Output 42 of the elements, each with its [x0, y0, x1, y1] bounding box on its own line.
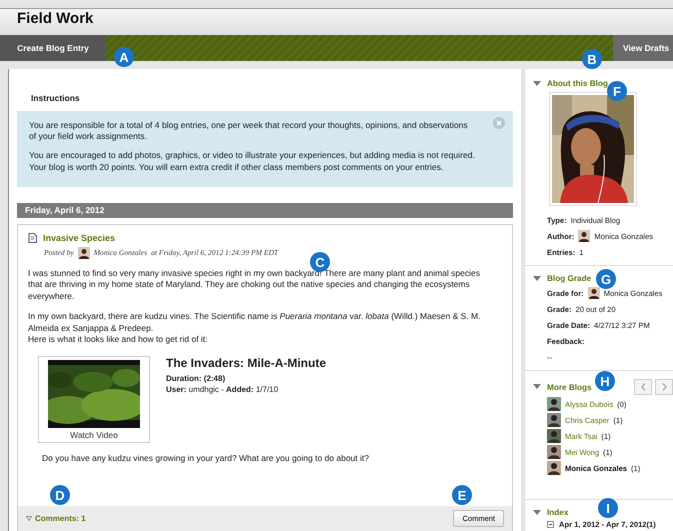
- expand-icon[interactable]: [547, 521, 554, 528]
- instructions-tab[interactable]: Instructions: [31, 93, 80, 103]
- collapse-icon[interactable]: [533, 384, 541, 390]
- avatar-icon: [78, 246, 90, 259]
- section-title[interactable]: Index: [547, 508, 568, 517]
- create-entry-button[interactable]: Create Blog Entry: [0, 35, 106, 61]
- document-icon: [28, 232, 37, 243]
- entry-paragraph: Here is what it looks like and how to get rid of it:: [28, 334, 209, 346]
- section-title[interactable]: About this Blog: [547, 79, 608, 88]
- collapse-icon[interactable]: [533, 276, 541, 282]
- collapse-icon[interactable]: [533, 80, 541, 86]
- entry-title[interactable]: Invasive Species: [43, 232, 116, 243]
- caret-icon: [26, 516, 32, 522]
- page-title: Field Work: [17, 10, 94, 26]
- video-title: The Invaders: Mile-A-Minute: [166, 356, 326, 370]
- section-title[interactable]: Blog Grade: [547, 274, 592, 283]
- callout-badge: B: [582, 49, 602, 69]
- video-thumbnail[interactable]: Watch Video: [38, 356, 150, 442]
- avatar-icon: [547, 461, 561, 475]
- entry-question: Do you have any kudzu vines growing in your yard? What are you going to do about it?: [42, 452, 370, 462]
- view-drafts-button[interactable]: View Drafts: [613, 35, 673, 61]
- section-title[interactable]: More Blogs: [547, 382, 592, 392]
- avatar-icon: [547, 445, 561, 459]
- avatar-icon: [547, 397, 561, 411]
- comments-toggle[interactable]: Comments: 1: [26, 514, 86, 524]
- video-detail: User: umdhgic - Added: 1/7/10: [166, 384, 280, 394]
- instructions-text: You are encouraged to add photos, graphics, or video to illustrate your experiences, but adding media is not required. Your blog is worth 20 points. You will earn extra credit if other class members post comments on your entries.: [29, 150, 476, 173]
- avatar-icon: [588, 287, 600, 299]
- watch-video-link[interactable]: Watch Video: [70, 430, 118, 440]
- instructions-text: You are responsible for a total of 4 blog entries, one per week that record your thoughts, opinions, and observations of your field work assignments.: [29, 120, 469, 142]
- chevron-left-icon: [640, 383, 646, 391]
- video-detail: Duration: (2:48): [166, 374, 226, 382]
- avatar-icon: [578, 230, 590, 242]
- avatar-icon: [547, 429, 561, 443]
- previous-button[interactable]: [634, 379, 652, 395]
- chevron-right-icon: [662, 383, 666, 391]
- avatar-icon: [547, 413, 561, 427]
- entry-paragraph: In my own backyard, there are kudzu vines. The Scientific name is Pueraria montana var. lobata (Willd.) Maesen & S. M. Almeida ex Sanjappa & Predeep.: [28, 311, 482, 334]
- next-button[interactable]: [655, 379, 673, 395]
- collapse-icon[interactable]: [533, 510, 541, 516]
- callout-badge: A: [114, 47, 134, 67]
- date-heading: Friday, April 6, 2012: [25, 204, 104, 215]
